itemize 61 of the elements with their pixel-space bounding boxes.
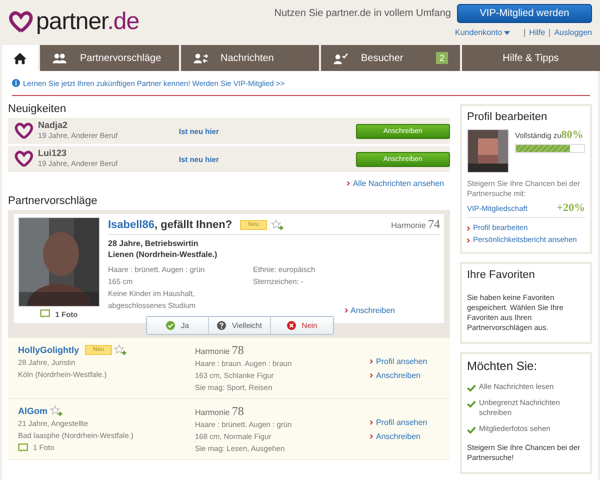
harmony-score: Harmonie 78 xyxy=(195,405,245,419)
chevron-icon xyxy=(370,358,373,364)
write-link[interactable]: Anschreiben xyxy=(350,306,395,315)
chevron-icon xyxy=(370,420,373,424)
harmony-score: Harmonie 74 xyxy=(391,217,440,232)
vip-button[interactable]: VIP-Mitglied werden xyxy=(457,4,592,23)
person-check-icon xyxy=(333,52,349,64)
member-name[interactable]: AlGom xyxy=(18,406,48,416)
bonus-percent: +20% xyxy=(556,202,585,214)
all-messages-link[interactable]: Alle Nachrichten ansehen xyxy=(352,179,444,188)
star-plus-icon[interactable] xyxy=(114,344,128,356)
caret-icon xyxy=(504,30,510,34)
section-title: Partnervorschläge xyxy=(8,195,98,207)
chevron-icon xyxy=(370,434,373,438)
section-title: Neuigkeiten xyxy=(8,103,68,115)
photo-icon xyxy=(18,443,29,453)
check-icon xyxy=(467,426,476,434)
member-name[interactable]: Nadja2 xyxy=(38,120,179,130)
member-name[interactable]: Lui123 xyxy=(38,148,179,158)
nav-tab[interactable]: Partnervorschläge xyxy=(40,45,178,71)
info-icon xyxy=(12,79,20,87)
logo-heart-icon xyxy=(8,10,34,34)
account-link[interactable]: Kundenkonto xyxy=(455,28,520,37)
panel-title: Möchten Sie: xyxy=(467,359,538,373)
person-arrows-icon xyxy=(192,52,208,64)
nav-tab[interactable]: Nachrichten xyxy=(180,45,319,71)
cross-circle-icon xyxy=(286,321,296,330)
featured-question: Isabell86, gefällt Ihnen? xyxy=(108,218,232,230)
chevron-icon xyxy=(467,226,470,230)
profile-summary: Lienen (Nordrhein-Westfale.) xyxy=(108,249,218,260)
member-name[interactable]: Isabell86 xyxy=(108,218,154,230)
people-icon xyxy=(52,52,68,64)
photo-icon xyxy=(40,309,52,319)
star-plus-icon[interactable] xyxy=(271,218,284,230)
heart-icon xyxy=(14,122,34,140)
header-link[interactable]: Ausloggen xyxy=(554,28,592,37)
chevron-icon xyxy=(370,372,373,378)
home-tab[interactable] xyxy=(2,45,38,71)
logo[interactable]: partner.de xyxy=(36,8,140,36)
check-circle-icon xyxy=(166,321,176,330)
profile-link[interactable]: Profil ansehen xyxy=(376,418,428,426)
member-name[interactable]: HollyGolightly xyxy=(18,345,80,355)
profile-link[interactable]: Anschreiben xyxy=(376,432,420,440)
nav-tab[interactable]: Hilfe & Tipps xyxy=(462,45,600,71)
heart-icon xyxy=(14,150,34,168)
chevron-icon xyxy=(344,308,348,313)
promo-text: Nutzen Sie partner.de in vollem Umfang xyxy=(274,8,451,19)
panel-title: Ihre Favoriten xyxy=(467,269,536,281)
question-icon xyxy=(217,321,226,330)
profile-summary: 28 Jahre, Betriebswirtin xyxy=(108,238,200,249)
chevron-icon xyxy=(346,181,350,186)
profile-link[interactable]: Profil ansehen xyxy=(376,356,428,366)
panel-title: Profil bearbeiten xyxy=(467,111,548,123)
header-link[interactable]: Hilfe xyxy=(529,28,546,37)
harmony-score: Harmonie 78 xyxy=(195,344,245,358)
home-icon xyxy=(12,52,28,64)
chevron-icon xyxy=(467,238,470,242)
nav-tab[interactable]: Besucher 2 xyxy=(321,45,460,71)
star-plus-icon[interactable] xyxy=(50,405,63,417)
visitor-count-badge: 2 xyxy=(436,52,448,64)
profile-link[interactable]: Anschreiben xyxy=(376,370,420,380)
